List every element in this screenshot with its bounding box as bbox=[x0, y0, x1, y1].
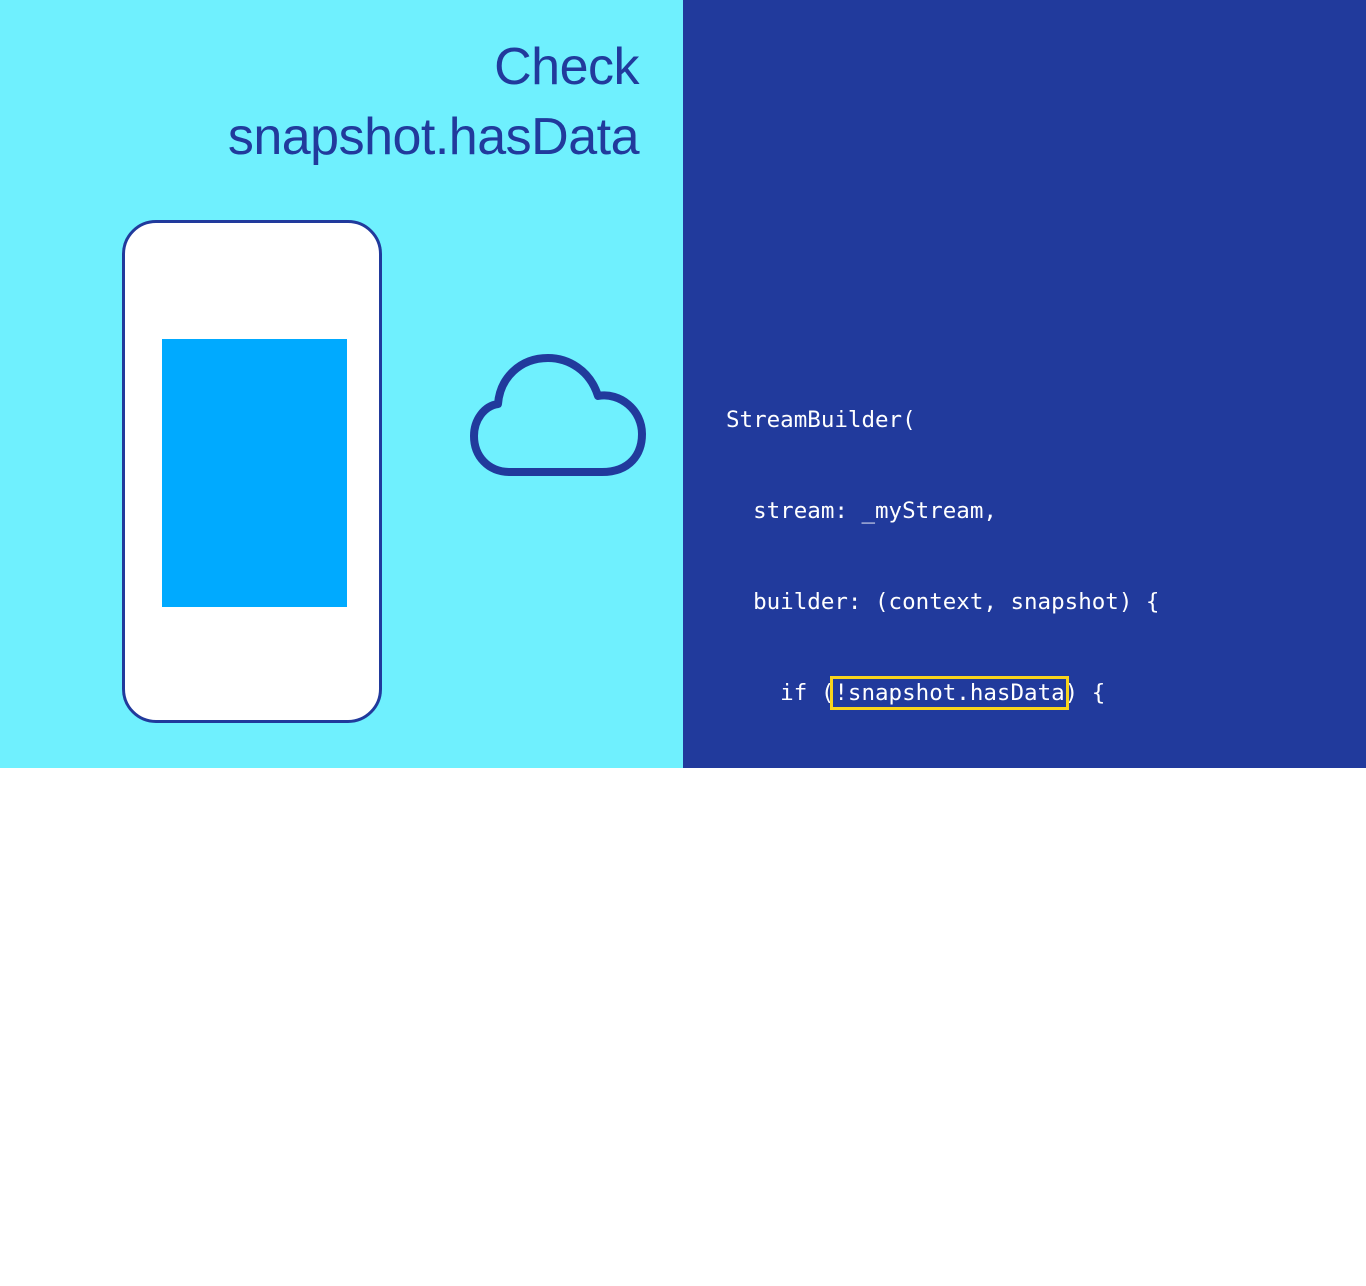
phone-icon bbox=[122, 220, 382, 723]
code-line: builder: (context, snapshot) { bbox=[726, 589, 1160, 616]
code-line: ); bbox=[726, 1227, 754, 1254]
code-line: stream: _myStream, bbox=[726, 498, 997, 525]
code-line: return CircularProgressIndicator(); bbox=[726, 771, 1282, 798]
title-line-1: Check bbox=[494, 38, 639, 96]
cloud-icon bbox=[470, 354, 646, 476]
code-line: return MyWidget(snapshot.data); bbox=[726, 1045, 1201, 1072]
code-segment: if ( bbox=[726, 680, 835, 707]
code-line: StreamBuilder( bbox=[726, 406, 916, 433]
code-block: StreamBuilder( stream: _myStream, builde… bbox=[726, 344, 1281, 1286]
code-segment: ) { bbox=[1064, 680, 1106, 707]
slide-title: Check snapshot.hasData bbox=[227, 32, 640, 172]
phone-screen bbox=[162, 339, 347, 607]
title-line-2: snapshot.hasData bbox=[227, 108, 640, 166]
code-line: } bbox=[726, 862, 794, 889]
left-panel: Check snapshot.hasData bbox=[0, 0, 683, 768]
code-line-highlighted: if (!snapshot.hasData) { bbox=[726, 676, 1281, 711]
code-line: }, bbox=[726, 1136, 781, 1163]
highlighted-expression: !snapshot.hasData bbox=[830, 676, 1069, 711]
